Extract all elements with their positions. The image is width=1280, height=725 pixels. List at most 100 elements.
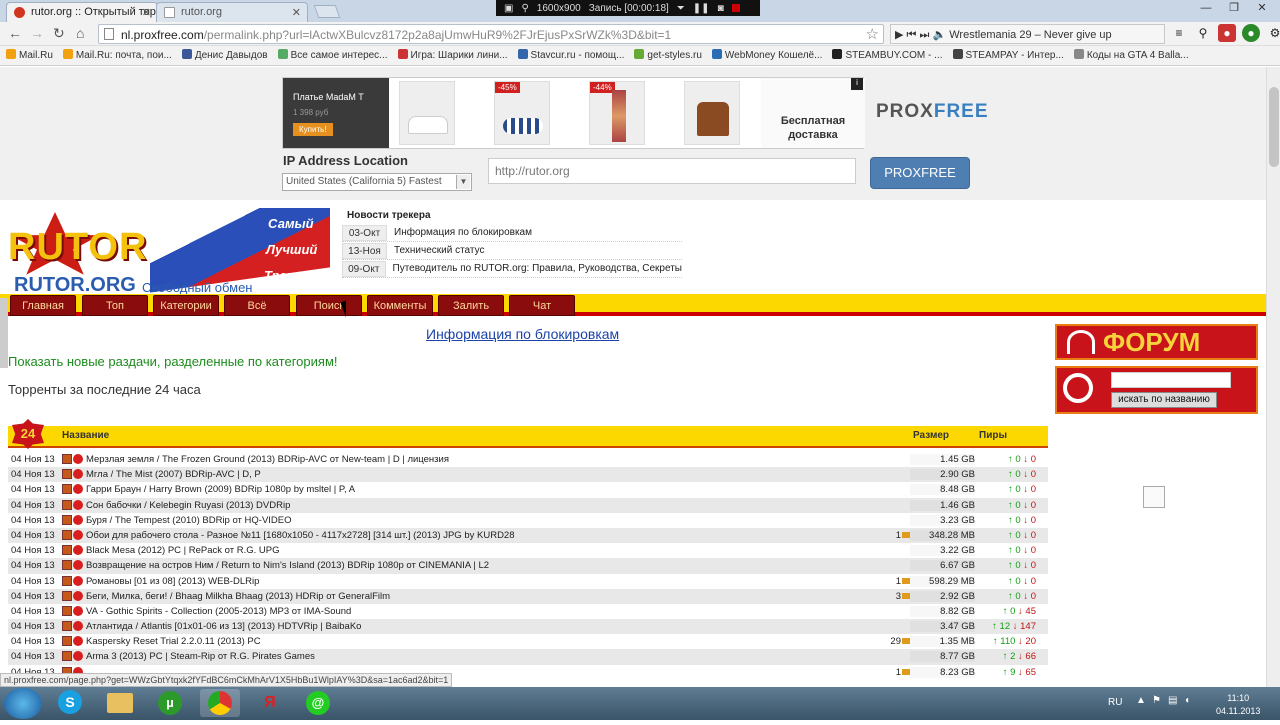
comments-count[interactable]: 29 (888, 636, 910, 647)
comments-count[interactable]: 1 (888, 667, 910, 678)
torrent-name-link[interactable]: Мгла / The Mist (2007) BDRip-AVC | D, P (86, 469, 261, 480)
download-icon[interactable] (62, 454, 72, 464)
new-tab-button[interactable] (313, 5, 341, 18)
chevron-down-icon[interactable]: ⏷ (677, 3, 685, 14)
menu-comments[interactable]: Комменты (367, 295, 433, 316)
icq-icon[interactable]: @ (298, 689, 338, 717)
download-icon[interactable] (62, 605, 72, 616)
bookmark-item[interactable]: Денис Давыдов (176, 46, 272, 61)
ad-product-sneaker-image[interactable]: -45% (494, 81, 550, 145)
bookmark-item[interactable]: STEAMPAY - Интер... (947, 46, 1068, 61)
column-name[interactable]: Название (62, 430, 109, 441)
tab-rutor[interactable]: rutor.org :: Открытый тор ✕ (6, 2, 158, 22)
table-row[interactable]: 04 Ноя 13 Обои для рабочего стола - Разно… (8, 527, 1048, 544)
info-icon[interactable]: i (851, 78, 863, 90)
location-select[interactable]: United States (California 5) Fastest ▼ (282, 173, 472, 191)
comments-count[interactable]: 1 (888, 530, 910, 541)
download-icon[interactable] (62, 484, 72, 495)
torrent-name-link[interactable]: Возвращение на остров Ним / Return to Ni… (86, 560, 489, 571)
chrome-icon[interactable] (200, 689, 240, 717)
volume-icon[interactable]: 🔈 (932, 29, 946, 41)
start-button[interactable] (4, 688, 42, 719)
next-icon[interactable]: ⏭ (920, 29, 930, 41)
menu-categories[interactable]: Категории (153, 295, 219, 316)
clock[interactable]: 11:10 04.11.2013 (1216, 692, 1260, 718)
bookmark-item[interactable]: Коды на GTA 4 Balla... (1068, 46, 1193, 61)
side-search-button[interactable]: искать по названию (1111, 392, 1217, 408)
comments-count[interactable]: 3 (888, 591, 910, 602)
yandex-icon[interactable]: Я (250, 689, 290, 717)
rutor-logo[interactable]: RUTOR Самый Лучший Трекер RUTOR.ORG Своб… (0, 208, 336, 294)
torrent-name-link[interactable]: Атлантида / Atlantis [01x01-06 из 13] (2… (86, 621, 361, 632)
news-item[interactable]: 03-Окт Информация по блокировкам (342, 224, 682, 242)
torrent-name-link[interactable]: VA - Gothic Spirits - Collection (2005-2… (86, 606, 351, 617)
download-icon[interactable] (62, 590, 72, 601)
search-icon[interactable]: ⚲ (1194, 24, 1212, 42)
volume-icon[interactable]: ◖ (1184, 695, 1190, 706)
download-icon[interactable] (62, 560, 72, 571)
download-icon[interactable] (62, 499, 72, 510)
magnet-icon[interactable] (73, 514, 83, 525)
table-row[interactable]: 04 Ноя 13 Романовы [01 из 08] (2013) WEB-… (8, 574, 1048, 589)
explorer-icon[interactable] (100, 689, 140, 717)
ad-buy-button[interactable]: Купить! (293, 123, 333, 136)
menu-icon[interactable]: ≡ (1170, 24, 1188, 42)
home-icon[interactable]: ⌂ (76, 25, 84, 41)
address-bar[interactable]: nl.proxfree.com/permalink.php?url=lActwX… (98, 24, 884, 44)
column-size[interactable]: Размер (913, 430, 949, 441)
forward-icon[interactable]: → (30, 25, 44, 41)
table-row[interactable]: 04 Ноя 13 Black Mesa (2012) PC | RePack о… (8, 543, 1048, 558)
skype-icon[interactable]: S (50, 689, 90, 717)
download-icon[interactable] (62, 621, 72, 632)
column-peers[interactable]: Пиры (979, 430, 1007, 441)
extension-icon[interactable]: ● (1218, 24, 1236, 42)
network-icon[interactable]: ▤ (1168, 695, 1177, 706)
bookmark-item[interactable]: Mail.Ru (0, 46, 57, 61)
magnet-icon[interactable] (73, 499, 83, 510)
scrollbar[interactable] (1266, 67, 1280, 687)
maximize-icon[interactable]: ❐ (1220, 0, 1248, 18)
torrent-name-link[interactable]: Гарри Браун / Harry Brown (2009) BDRip 1… (86, 484, 355, 495)
pause-icon[interactable]: ❚❚ (693, 3, 710, 14)
bookmark-item[interactable]: STEAMBUY.COM - ... (826, 46, 946, 61)
comments-count[interactable]: 1 (888, 576, 910, 587)
table-row[interactable]: 04 Ноя 13 Мгла / The Mist (2007) BDRip-AV… (8, 467, 1048, 483)
news-item[interactable]: 09-Окт Путеводитель по RUTOR.org: Правила… (342, 260, 682, 278)
table-row[interactable]: 04 Ноя 13 VA - Gothic Spirits - Collectio… (8, 604, 1048, 619)
torrent-name-link[interactable]: Беги, Милка, беги! / Bhaag Milkha Bhaag … (86, 591, 390, 602)
ad-banner[interactable]: Платье MadaM T 1 398 руб Купить! -45% -4… (282, 77, 865, 149)
download-icon[interactable] (62, 469, 72, 480)
extension-icon[interactable]: ● (1242, 24, 1260, 42)
table-row[interactable]: 04 Ноя 13 Гарри Браун / Harry Brown (2009… (8, 482, 1048, 497)
magnet-icon[interactable] (73, 575, 83, 586)
table-row[interactable]: 04 Ноя 13 Возвращение на остров Ним / Ret… (8, 558, 1048, 574)
menu-home[interactable]: Главная (10, 295, 76, 316)
table-row[interactable]: 04 Ноя 13 Сон бабочки / Kelebegin Ruyasi … (8, 497, 1048, 513)
show-new-link[interactable]: Показать новые раздачи, разделенные по к… (8, 354, 338, 369)
prev-icon[interactable]: ⏮ (907, 29, 917, 41)
news-item[interactable]: 13-Ноя Технический статус (342, 242, 682, 260)
bookmark-item[interactable]: WebMoney Кошелё... (706, 46, 827, 61)
torrent-name-link[interactable]: Буря / The Tempest (2010) BDRip от HQ-VI… (86, 515, 292, 526)
download-icon[interactable] (62, 529, 72, 540)
torrent-name-link[interactable]: Мерзлая земля / The Frozen Ground (2013)… (86, 454, 449, 465)
magnet-icon[interactable] (73, 545, 83, 556)
bookmark-item[interactable]: Игра: Шарики лини... (392, 46, 512, 61)
language-indicator[interactable]: RU (1108, 697, 1122, 708)
reload-icon[interactable]: ↻ (53, 25, 65, 42)
table-row[interactable]: 04 Ноя 13 Буря / The Tempest (2010) BDRip… (8, 513, 1048, 528)
close-tab-icon[interactable]: ✕ (142, 6, 151, 19)
ad-product-shoe-image[interactable] (399, 81, 455, 145)
bookmark-star-icon[interactable]: ☆ (866, 25, 879, 43)
torrent-name-link[interactable]: Обои для рабочего стола - Разное №11 [16… (86, 530, 515, 541)
close-window-icon[interactable]: ✕ (1248, 0, 1276, 18)
download-icon[interactable] (62, 575, 72, 586)
scrollbar-thumb[interactable] (1269, 87, 1279, 167)
minimize-icon[interactable]: — (1192, 0, 1220, 18)
magnet-icon[interactable] (73, 454, 83, 464)
block-info-link[interactable]: Информация по блокировкам (426, 326, 619, 342)
proxfree-logo[interactable]: PROXFREE (876, 101, 989, 123)
table-row[interactable]: 04 Ноя 13 Атлантида / Atlantis [01x01-06 … (8, 619, 1048, 635)
proxy-url-input[interactable]: http://rutor.org (488, 158, 856, 184)
close-tab-icon[interactable]: ✕ (292, 6, 301, 19)
